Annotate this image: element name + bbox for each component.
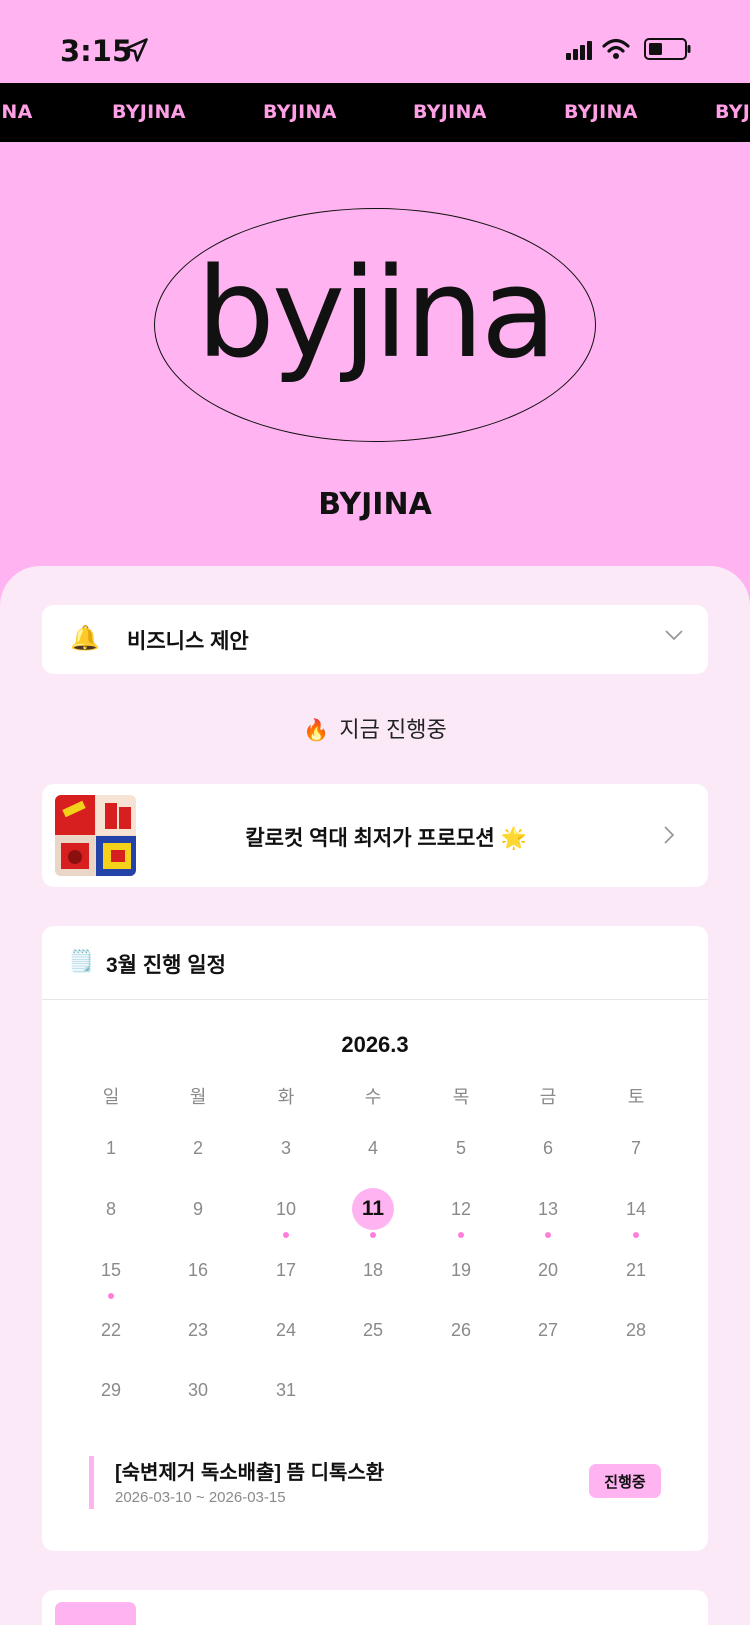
marquee-item: INA [0, 101, 33, 123]
calendar-day[interactable]: 27 [518, 1318, 578, 1342]
weekday-label: 금 [539, 1087, 557, 1107]
battery-icon [644, 37, 692, 66]
calendar-day[interactable]: 26 [431, 1318, 491, 1342]
event-dot [545, 1232, 551, 1238]
status-bar: 3:15 [0, 0, 750, 83]
calendar-day[interactable]: 28 [606, 1318, 666, 1342]
calendar-day[interactable]: 3 [256, 1136, 316, 1160]
calendar-day[interactable]: 17 [256, 1258, 316, 1282]
promo-thumbnail[interactable] [55, 795, 136, 876]
calendar-day[interactable]: 20 [518, 1258, 578, 1282]
event-accent-bar [89, 1456, 94, 1509]
calendar-day[interactable]: 24 [256, 1318, 316, 1342]
calendar-month-title: 2026.3 [341, 1032, 409, 1057]
now-in-progress-label: 지금 진행중 [339, 717, 447, 742]
next-card[interactable] [42, 1590, 708, 1625]
calendar-day[interactable]: 19 [431, 1258, 491, 1282]
event-title[interactable]: [숙변제거 독소배출] 뜸 디톡스환 [115, 1456, 384, 1485]
calendar-day[interactable]: 16 [168, 1258, 228, 1282]
logo-text: byjina [196, 242, 557, 386]
calendar-day[interactable]: 4 [343, 1136, 403, 1160]
calendar-day[interactable]: 30 [168, 1378, 228, 1402]
calendar-day[interactable]: 25 [343, 1318, 403, 1342]
next-card-thumbnail[interactable] [55, 1602, 136, 1625]
calendar-day-today[interactable]: 11 [343, 1197, 403, 1221]
now-in-progress-heading: 🔥 지금 진행중 [0, 712, 750, 744]
marquee-item: BYJINA [112, 101, 186, 123]
calendar-day[interactable]: 13 [518, 1197, 578, 1221]
event-dot [458, 1232, 464, 1238]
calendar-day[interactable]: 8 [81, 1197, 141, 1221]
event-dot [283, 1232, 289, 1238]
schedule-title: 3월 진행 일정 [106, 954, 226, 977]
chevron-right-icon[interactable] [662, 825, 676, 850]
marquee-item: BYJINA [564, 101, 638, 123]
calendar-day[interactable]: 12 [431, 1197, 491, 1221]
event-dates: 2026-03-10 ~ 2026-03-15 [115, 1489, 286, 1506]
calendar-day[interactable]: 10 [256, 1197, 316, 1221]
weekday-label: 수 [364, 1087, 382, 1107]
marquee-item: BYJINA [413, 101, 487, 123]
weekday-label: 월 [189, 1087, 207, 1107]
promo-title: 칼로컷 역대 최저가 프로모션 🌟 [245, 827, 527, 850]
marquee-item: BYJ [715, 101, 750, 123]
calendar-day[interactable]: 6 [518, 1136, 578, 1160]
event-dot [108, 1293, 114, 1299]
wifi-icon [602, 38, 630, 65]
calendar-day[interactable]: 2 [168, 1136, 228, 1160]
business-proposal-label: 비즈니스 제안 [127, 630, 249, 653]
calendar-day[interactable]: 14 [606, 1197, 666, 1221]
calendar-day[interactable]: 9 [168, 1197, 228, 1221]
calendar-day[interactable]: 18 [343, 1258, 403, 1282]
calendar-day[interactable]: 1 [81, 1136, 141, 1160]
calendar-day[interactable]: 15 [81, 1258, 141, 1282]
brand-marquee: INA BYJINA BYJINA BYJINA BYJINA BYJ [0, 83, 750, 142]
calendar-day[interactable]: 5 [431, 1136, 491, 1160]
weekday-label: 목 [452, 1087, 470, 1107]
cellular-signal-icon [566, 40, 594, 65]
calendar-day[interactable]: 31 [256, 1378, 316, 1402]
calendar-day[interactable]: 21 [606, 1258, 666, 1282]
fire-icon: 🔥 [303, 719, 330, 742]
marquee-item: BYJINA [263, 101, 337, 123]
brand-logo: byjina [154, 208, 596, 442]
calendar-day[interactable]: 23 [168, 1318, 228, 1342]
weekday-label: 토 [627, 1087, 645, 1107]
calendar-day[interactable]: 29 [81, 1378, 141, 1402]
weekday-label: 일 [102, 1087, 120, 1107]
calendar-day[interactable]: 22 [81, 1318, 141, 1342]
location-arrow-icon [122, 36, 150, 69]
event-status-badge: 진행중 [589, 1464, 661, 1498]
divider [42, 999, 708, 1000]
chevron-down-icon[interactable] [664, 628, 684, 647]
weekday-label: 화 [277, 1087, 295, 1107]
brand-name: BYJINA [318, 487, 432, 522]
notepad-icon: 🗒️ [68, 950, 95, 973]
event-dot [633, 1232, 639, 1238]
event-dot [370, 1232, 376, 1238]
calendar-day[interactable]: 7 [606, 1136, 666, 1160]
bell-icon: 🔔 [70, 625, 100, 652]
